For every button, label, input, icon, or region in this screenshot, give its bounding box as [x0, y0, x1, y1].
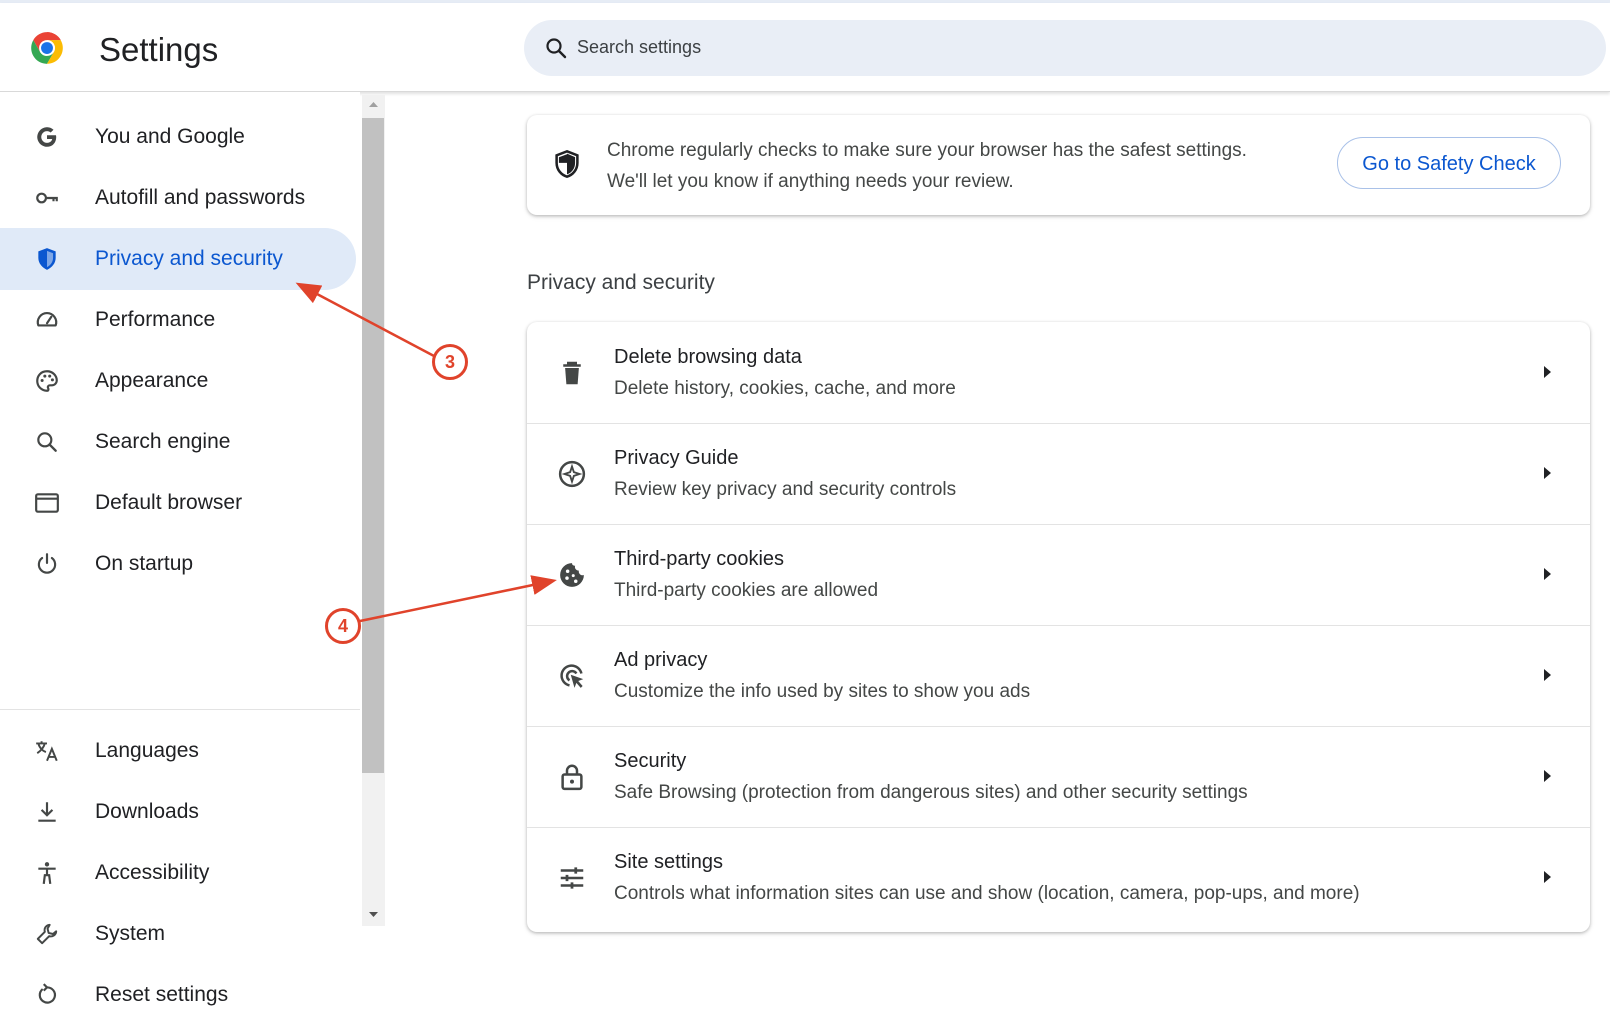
row-subtitle: Delete history, cookies, cache, and more: [614, 378, 956, 399]
row-title: Privacy Guide: [614, 447, 739, 469]
row-title: Site settings: [614, 851, 723, 873]
safety-check-subtext: We'll let you know if anything needs you…: [607, 171, 1014, 192]
safety-check-text: Chrome regularly checks to make sure you…: [607, 140, 1247, 161]
row-privacy-guide[interactable]: Privacy Guide Review key privacy and sec…: [527, 423, 1590, 524]
annotation-badge-3: 3: [432, 344, 468, 380]
shield-icon: [555, 149, 579, 179]
row-site-settings[interactable]: Site settings Controls what information …: [527, 827, 1590, 928]
sidebar-item-on-startup[interactable]: On startup: [0, 533, 356, 595]
sidebar-item-default-browser[interactable]: Default browser: [0, 472, 356, 534]
row-subtitle: Safe Browsing (protection from dangerous…: [614, 782, 1248, 803]
sidebar-item-label: On startup: [95, 552, 194, 575]
search-placeholder: Search settings: [577, 37, 702, 57]
sidebar-scrollbar-thumb[interactable]: [362, 118, 384, 773]
translate-icon: [36, 741, 58, 762]
scroll-up-arrow-icon[interactable]: [362, 97, 385, 111]
sidebar-divider: [0, 709, 360, 710]
annotation-badge-4: 4: [325, 608, 361, 644]
key-icon: [36, 192, 58, 204]
sidebar-item-appearance[interactable]: Appearance: [0, 350, 356, 412]
ad-privacy-icon: [560, 664, 584, 688]
safety-check-card: Chrome regularly checks to make sure you…: [527, 115, 1590, 215]
palette-icon: [36, 370, 58, 392]
sidebar-item-performance[interactable]: Performance: [0, 289, 356, 351]
power-icon: [37, 553, 57, 574]
sidebar-item-label: Search engine: [95, 430, 231, 453]
settings-header: Settings Search settings: [0, 3, 1610, 92]
download-icon: [38, 802, 56, 822]
chevron-right-icon: [1544, 366, 1551, 378]
section-title: Privacy and security: [527, 271, 715, 294]
row-security[interactable]: Security Safe Browsing (protection from …: [527, 726, 1590, 827]
sidebar-item-accessibility[interactable]: Accessibility: [0, 842, 356, 904]
row-divider: [527, 625, 1590, 626]
lock-icon: [561, 764, 583, 791]
sidebar-item-label: You and Google: [95, 125, 245, 148]
sidebar-item-languages[interactable]: Languages: [0, 720, 356, 782]
row-title: Delete browsing data: [614, 346, 802, 368]
row-divider: [527, 423, 1590, 424]
row-subtitle: Customize the info used by sites to show…: [614, 681, 1031, 702]
row-title: Ad privacy: [614, 649, 708, 671]
speedometer-icon: [36, 312, 58, 327]
sidebar-item-label: Privacy and security: [95, 247, 283, 270]
row-title: Third-party cookies: [614, 548, 785, 570]
sidebar-item-label: Languages: [95, 739, 199, 762]
row-title: Security: [614, 750, 687, 772]
sidebar-item-downloads[interactable]: Downloads: [0, 781, 356, 843]
row-divider: [527, 827, 1590, 828]
sidebar-item-system[interactable]: System: [0, 903, 356, 965]
sidebar-item-label: Appearance: [95, 369, 209, 392]
row-subtitle: Controls what information sites can use …: [614, 883, 1360, 904]
sidebar-item-privacy-and-security[interactable]: Privacy and security: [0, 228, 356, 290]
sidebar-item-you-and-google[interactable]: You and Google: [0, 106, 356, 168]
sidebar: You and Google Autofill and passwords Pr…: [0, 92, 360, 1006]
annotation-arrow-4: [359, 575, 557, 623]
cookie-icon: [560, 563, 584, 587]
sidebar-item-label: Performance: [95, 308, 216, 331]
sidebar-item-search-engine[interactable]: Search engine: [0, 411, 356, 473]
sidebar-item-label: Downloads: [95, 800, 199, 823]
chrome-logo-icon: [31, 32, 63, 64]
chevron-right-icon: [1544, 669, 1551, 681]
compass-icon: [558, 460, 586, 488]
page-title: Settings: [99, 31, 219, 68]
google-g-icon: [37, 127, 57, 147]
sidebar-item-label: Reset settings: [95, 983, 229, 1006]
row-divider: [527, 524, 1590, 525]
row-third-party-cookies[interactable]: Third-party cookies Third-party cookies …: [527, 524, 1590, 625]
go-to-safety-check-button[interactable]: Go to Safety Check: [1337, 137, 1561, 189]
shield-icon: [38, 248, 56, 270]
sliders-icon: [560, 867, 584, 889]
chevron-right-icon: [1544, 467, 1551, 479]
search-icon: [37, 432, 57, 452]
chevron-right-icon: [1544, 770, 1551, 782]
chevron-right-icon: [1544, 871, 1551, 883]
trash-icon: [563, 361, 581, 385]
row-ad-privacy[interactable]: Ad privacy Customize the info used by si…: [527, 625, 1590, 726]
accessibility-icon: [38, 862, 56, 884]
row-subtitle: Review key privacy and security controls: [614, 479, 957, 500]
sidebar-item-label: Accessibility: [95, 861, 210, 884]
privacy-settings-list: Delete browsing data Delete history, coo…: [527, 322, 1590, 932]
row-subtitle: Third-party cookies are allowed: [614, 580, 879, 601]
wrench-icon: [36, 923, 58, 945]
sidebar-item-autofill[interactable]: Autofill and passwords: [0, 167, 356, 229]
row-delete-browsing-data[interactable]: Delete browsing data Delete history, coo…: [527, 322, 1590, 423]
reset-icon: [38, 983, 56, 1004]
sidebar-item-label: Default browser: [95, 491, 243, 514]
scroll-down-arrow-icon[interactable]: [362, 908, 385, 922]
browser-window-icon: [35, 493, 59, 513]
sidebar-item-reset-settings[interactable]: Reset settings: [0, 964, 356, 1026]
row-divider: [527, 726, 1590, 727]
search-icon: [546, 38, 567, 59]
sidebar-item-label: Autofill and passwords: [95, 186, 306, 209]
search-input[interactable]: Search settings: [524, 20, 1606, 76]
chevron-right-icon: [1544, 568, 1551, 580]
